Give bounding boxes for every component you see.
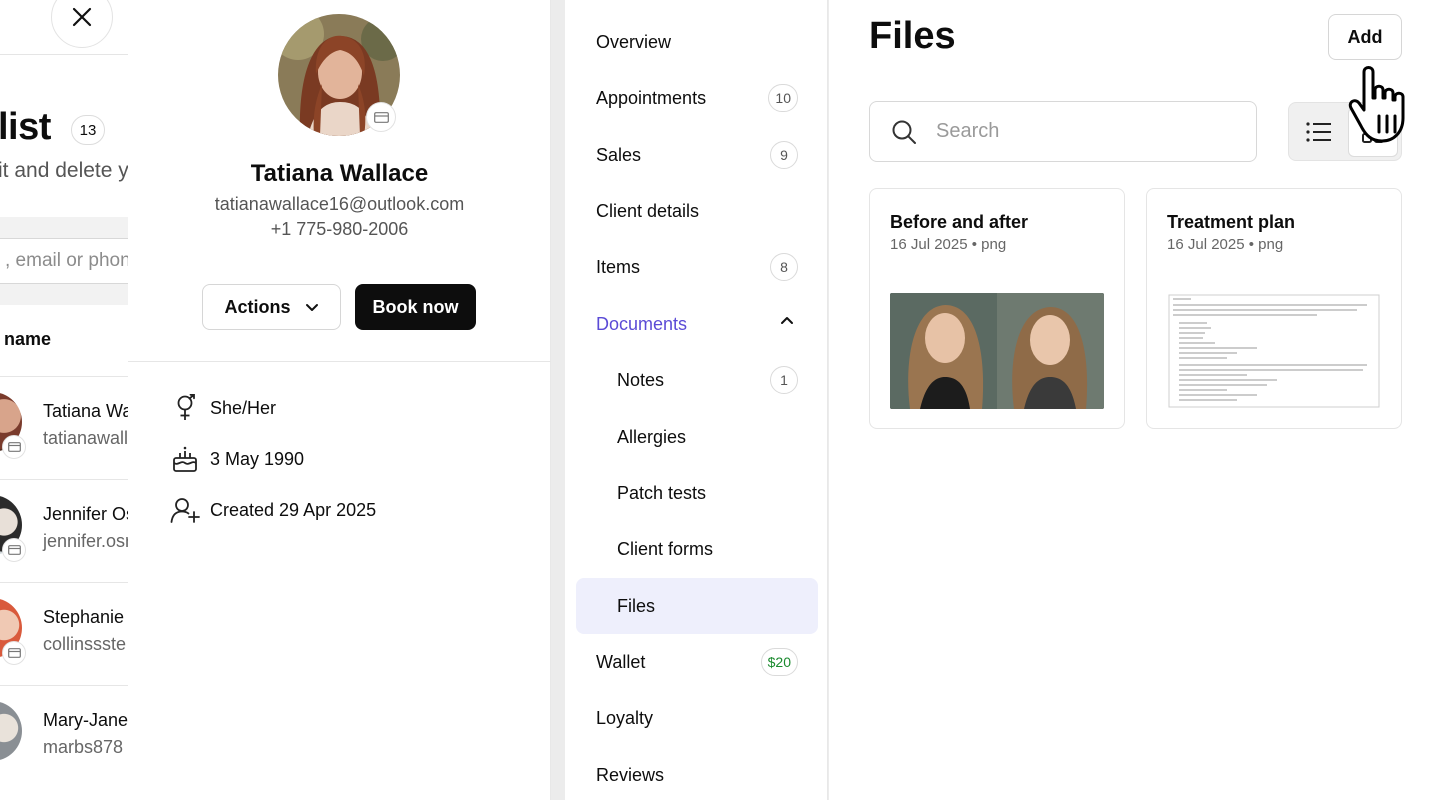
nav-item-documents[interactable]: Documents [576, 296, 818, 352]
pronouns-text: She/Her [210, 397, 277, 418]
chevron-up-icon [781, 317, 793, 324]
chevron-down-icon [305, 303, 318, 311]
nav-item-allergies[interactable]: Allergies [576, 409, 818, 465]
pointer-hand-icon [1348, 66, 1405, 143]
table-row[interactable]: Tatiana Wa tatianawall [0, 376, 140, 479]
list-view-button[interactable] [1294, 107, 1344, 157]
nav-item-label: Documents [596, 313, 688, 334]
nav-item-label: Items [596, 256, 641, 277]
file-thumbnail [890, 293, 1104, 409]
client-subnav: Overview Appointments 10 Sales 9 Client … [565, 0, 828, 800]
card-icon [2, 435, 26, 459]
table-row[interactable]: Stephanie collinssste [0, 582, 140, 685]
nav-item-client-details[interactable]: Client details [576, 183, 818, 239]
count-badge: 10 [768, 84, 798, 112]
client-name: Tatiana Wallace [250, 160, 429, 187]
nav-item-label: Reviews [596, 764, 665, 785]
nav-item-label: Files [617, 595, 656, 616]
nav-item-label: Allergies [617, 426, 687, 447]
search-icon [890, 118, 918, 146]
nav-item-client-forms[interactable]: Client forms [576, 521, 818, 577]
file-card[interactable]: Treatment plan 16 Jul 2025 • png [1146, 188, 1402, 429]
list-count-badge: 13 [71, 115, 105, 145]
cake-icon [170, 444, 200, 474]
info-birthday: 3 May 1990 [170, 444, 304, 474]
info-pronouns: She/Her [170, 393, 276, 423]
client-profile-panel: Tatiana Wallace tatianawallace16@outlook… [128, 0, 551, 800]
row-name: Stephanie [43, 607, 125, 627]
nav-item-label: Appointments [596, 87, 707, 108]
file-meta: 16 Jul 2025 • png [1167, 236, 1284, 253]
wallet-balance-badge: $20 [760, 648, 798, 676]
search-input[interactable] [936, 120, 1236, 143]
nav-item-label: Wallet [596, 651, 646, 672]
row-name: Jennifer Os [43, 504, 136, 524]
actions-dropdown-button[interactable]: Actions [202, 284, 341, 330]
row-name: Mary-Jane [43, 710, 129, 730]
card-icon [366, 102, 396, 132]
table-row[interactable]: Mary-Jane marbs878 [0, 685, 140, 788]
nav-item-items[interactable]: Items 8 [576, 239, 818, 295]
column-header-name[interactable]: name [4, 329, 51, 350]
list-search-input[interactable]: , email or phone [0, 238, 140, 284]
file-card[interactable]: Before and after 16 Jul 2025 • png [869, 188, 1125, 429]
row-email: tatianawall [43, 428, 129, 448]
nav-item-label: Notes [617, 369, 665, 390]
file-thumbnail [1167, 293, 1381, 409]
file-title: Treatment plan [1167, 212, 1296, 232]
row-email: marbs878 [43, 737, 124, 757]
card-icon [2, 538, 26, 562]
nav-item-label: Loyalty [596, 707, 654, 728]
nav-item-loyalty[interactable]: Loyalty [576, 690, 818, 746]
nav-item-reviews[interactable]: Reviews [576, 747, 818, 800]
count-badge: 8 [770, 253, 798, 281]
info-created: Created 29 Apr 2025 [170, 495, 376, 525]
row-email: collinssste [43, 634, 127, 654]
nav-item-patch-tests[interactable]: Patch tests [576, 465, 818, 521]
row-name: Tatiana Wa [43, 401, 133, 421]
add-file-button[interactable]: Add [1328, 14, 1402, 60]
nav-item-wallet[interactable]: Wallet $20 [576, 634, 818, 690]
client-phone[interactable]: +1 775-980-2006 [128, 219, 551, 240]
nav-item-label: Client forms [617, 538, 714, 559]
book-now-button[interactable]: Book now [355, 284, 476, 330]
list-title: list [0, 106, 51, 148]
nav-item-files[interactable]: Files [576, 578, 818, 634]
nav-item-appointments[interactable]: Appointments 10 [576, 70, 818, 126]
count-badge: 1 [770, 366, 798, 394]
row-email: jennifer.osn [43, 531, 136, 551]
file-meta: 16 Jul 2025 • png [890, 236, 1007, 253]
card-icon [2, 641, 26, 665]
nav-item-sales[interactable]: Sales 9 [576, 127, 818, 183]
list-view-icon [1306, 122, 1331, 142]
birthday-text: 3 May 1990 [210, 448, 305, 469]
table-row[interactable]: Jennifer Os jennifer.osn [0, 479, 140, 582]
created-text: Created 29 Apr 2025 [210, 499, 377, 520]
page-title: Files [869, 15, 956, 57]
client-list-background: list 13 it and delete y , email or phone… [0, 0, 140, 800]
user-plus-icon [170, 495, 200, 525]
file-title: Before and after [890, 212, 1029, 232]
count-badge: 9 [770, 141, 798, 169]
nav-item-notes[interactable]: Notes 1 [576, 352, 818, 408]
nav-item-label: Overview [596, 31, 672, 52]
close-icon [72, 7, 92, 27]
gender-icon [170, 393, 200, 423]
list-subtitle: it and delete y [0, 159, 129, 182]
nav-item-label: Patch tests [617, 482, 707, 503]
nav-item-label: Sales [596, 144, 642, 165]
files-search[interactable] [869, 101, 1257, 162]
nav-item-label: Client details [596, 200, 700, 221]
client-email[interactable]: tatianawallace16@outlook.com [128, 194, 551, 215]
nav-item-overview[interactable]: Overview [576, 14, 818, 70]
avatar [0, 701, 22, 761]
actions-label: Actions [224, 296, 291, 317]
divider [128, 361, 551, 362]
